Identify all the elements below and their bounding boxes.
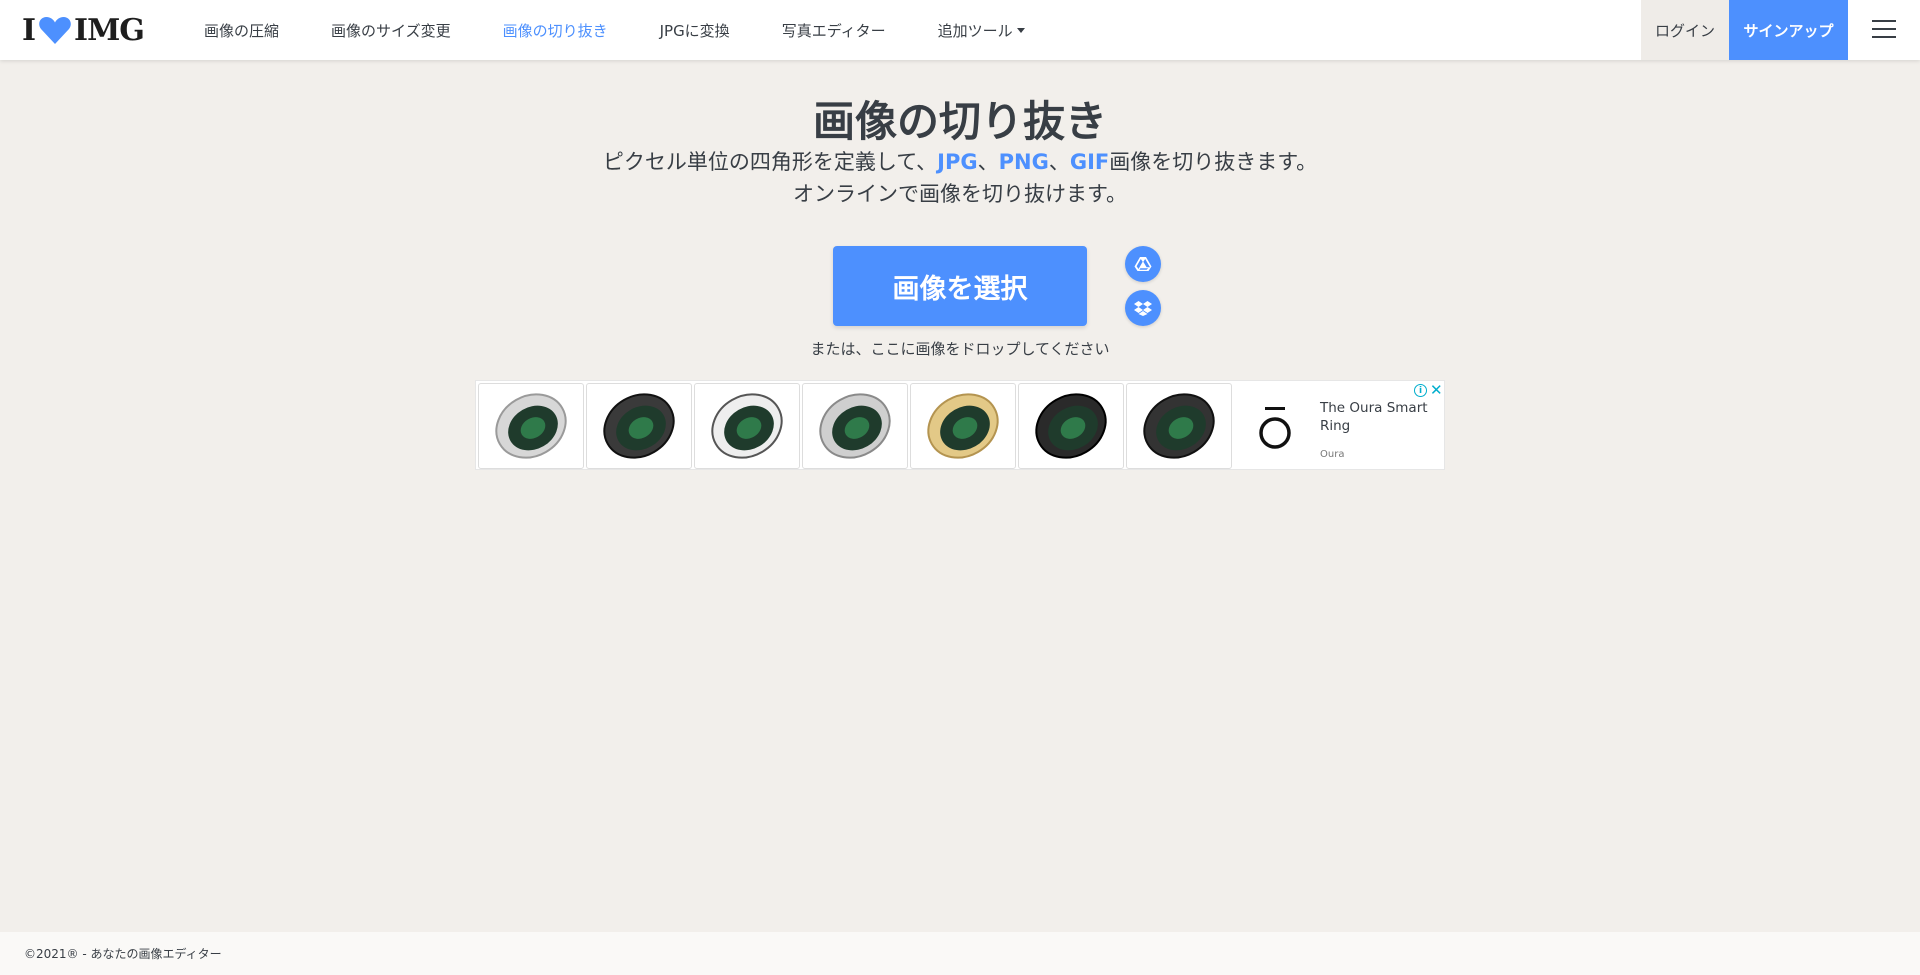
ring-black-image: [1143, 393, 1215, 459]
signup-button[interactable]: サインアップ: [1729, 0, 1848, 60]
dropbox-icon: [1134, 301, 1152, 316]
ring-gold-image: [927, 393, 999, 459]
hamburger-menu-icon[interactable]: [1872, 20, 1896, 40]
ring-thumb[interactable]: [802, 383, 908, 469]
page-subtitle: ピクセル単位の四角形を定義して、JPG、PNG、GIF画像を切り抜きます。 オン…: [602, 150, 1318, 206]
oura-logo-icon: [1259, 407, 1291, 449]
ring-thumb[interactable]: [478, 383, 584, 469]
format-jpg: JPG: [937, 150, 978, 174]
ad-headline[interactable]: The Oura Smart Ring: [1320, 399, 1430, 435]
main-nav: 画像の圧縮 画像のサイズ変更 画像の切り抜き JPGに変換 写真エディター 追加…: [204, 0, 1077, 60]
page-footer: ©2021® - あなたの画像エディター: [0, 932, 1920, 975]
page-title: 画像の切り抜き: [812, 97, 1107, 146]
dropbox-button[interactable]: [1125, 290, 1161, 326]
nav-compress-image[interactable]: 画像の圧縮: [204, 20, 279, 41]
format-png: PNG: [998, 150, 1049, 174]
nav-resize-image[interactable]: 画像のサイズ変更: [331, 20, 451, 41]
ring-black-image: [603, 393, 675, 459]
select-images-button[interactable]: 画像を選択: [833, 246, 1087, 326]
nav-photo-editor[interactable]: 写真エディター: [782, 20, 886, 41]
top-header: I IMG 画像の圧縮 画像のサイズ変更 画像の切り抜き JPGに変換 写真エデ…: [0, 0, 1920, 60]
heart-icon: [39, 17, 71, 44]
google-drive-icon: [1134, 257, 1152, 271]
ring-silver-image: [711, 393, 783, 459]
logo-letter-i: I: [22, 12, 36, 48]
ad-close-icon[interactable]: ✕: [1430, 381, 1443, 399]
format-gif: GIF: [1069, 150, 1110, 174]
ring-silver-image: [819, 393, 891, 459]
nav-crop-image[interactable]: 画像の切り抜き: [503, 20, 608, 41]
ring-silver-image: [495, 393, 567, 459]
iloveimg-logo[interactable]: I IMG: [22, 12, 145, 48]
nav-convert-to-jpg[interactable]: JPGに変換: [660, 20, 730, 41]
ring-black-image: [1035, 393, 1107, 459]
nav-more-tools[interactable]: 追加ツール: [938, 20, 1025, 41]
ad-brand: Oura: [1320, 449, 1345, 460]
ring-thumb[interactable]: [1126, 383, 1232, 469]
ad-info-icon[interactable]: i: [1414, 384, 1427, 397]
ad-ring-thumbnails: [478, 383, 1234, 469]
google-drive-button[interactable]: [1125, 246, 1161, 282]
caret-down-icon: [1016, 27, 1025, 33]
ad-banner[interactable]: The Oura Smart Ring Oura i ✕: [475, 380, 1445, 470]
footer-copyright: ©2021® - あなたの画像エディター: [24, 947, 222, 961]
ring-thumb[interactable]: [694, 383, 800, 469]
logo-text-img: IMG: [74, 12, 145, 48]
ring-thumb[interactable]: [1018, 383, 1124, 469]
login-button[interactable]: ログイン: [1641, 0, 1729, 60]
ring-thumb[interactable]: [586, 383, 692, 469]
ring-thumb[interactable]: [910, 383, 1016, 469]
drop-hint: または、ここに画像をドロップしてください: [810, 340, 1110, 358]
